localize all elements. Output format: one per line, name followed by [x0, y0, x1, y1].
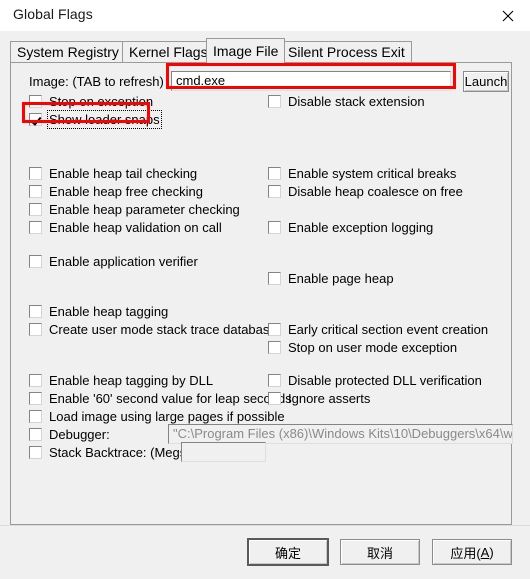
checkbox-box	[29, 305, 42, 318]
checkbox-box	[268, 374, 281, 387]
tab-strip: System Registry Kernel Flags Image File …	[10, 38, 520, 64]
checkbox-label: Enable heap tagging	[49, 304, 169, 319]
checkbox-enable-system-critical-breaks[interactable]: Enable system critical breaks	[268, 165, 456, 182]
checkbox-label: Ignore asserts	[288, 391, 371, 406]
launch-button[interactable]: Launch	[463, 71, 509, 92]
checkbox-box	[29, 167, 42, 180]
checkbox-box	[29, 428, 42, 441]
cancel-button[interactable]: 取消	[340, 539, 420, 565]
checkbox-label: Enable heap validation on call	[49, 220, 222, 235]
apply-accelerator-key: A	[480, 544, 490, 560]
tab-label: Kernel Flags	[129, 44, 208, 60]
checkbox-label: Stop on exception	[49, 94, 154, 109]
checkbox-box	[29, 392, 42, 405]
checkbox-label: Load image using large pages if possible	[49, 409, 285, 424]
checkbox-label: Enable exception logging	[288, 220, 434, 235]
button-bar-separator	[0, 525, 530, 526]
checkbox-box	[29, 410, 42, 423]
checkbox-label: Stack Backtrace: (Megs)	[49, 445, 191, 460]
image-field-label: Image: (TAB to refresh)	[29, 74, 164, 89]
checkbox-ignore-asserts[interactable]: Ignore asserts	[268, 390, 370, 407]
checkbox-enable-page-heap[interactable]: Enable page heap	[268, 270, 394, 287]
checkbox-enable-heap-validation-on-call[interactable]: Enable heap validation on call	[29, 219, 222, 236]
checkbox-enable-heap-tagging[interactable]: Enable heap tagging	[29, 303, 168, 320]
stack-backtrace-input[interactable]	[181, 442, 266, 462]
checkbox-box	[268, 167, 281, 180]
checkbox-label: Stop on user mode exception	[288, 340, 458, 355]
apply-label-post: )	[489, 544, 494, 560]
checkbox-box	[268, 95, 281, 108]
checkbox-stack-backtrace[interactable]: Stack Backtrace: (Megs)	[29, 444, 191, 461]
checkbox-stop-on-exception[interactable]: Stop on exception	[29, 93, 153, 110]
title-bar: Global Flags	[0, 0, 530, 31]
checkbox-label: Disable protected DLL verification	[288, 373, 482, 388]
dialog-button-bar: 确定 取消 应用(A)	[0, 525, 530, 579]
checkbox-box	[29, 323, 42, 336]
dialog-body: System Registry Kernel Flags Image File …	[0, 31, 530, 579]
checkbox-box	[268, 392, 281, 405]
checkbox-box	[29, 203, 42, 216]
checkbox-label: Enable heap parameter checking	[49, 202, 240, 217]
checkbox-box	[29, 255, 42, 268]
checkbox-early-critical-section-event-creation[interactable]: Early critical section event creation	[268, 321, 488, 338]
image-file-tab-panel: Image: (TAB to refresh) cmd.exe Launch S…	[10, 62, 513, 525]
checkbox-show-loader-snaps[interactable]: Show loader snaps	[29, 110, 162, 129]
checkbox-enable-application-verifier[interactable]: Enable application verifier	[29, 253, 198, 270]
checkbox-enable-exception-logging[interactable]: Enable exception logging	[268, 219, 433, 236]
apply-button[interactable]: 应用(A)	[432, 539, 512, 565]
tab-label: Image File	[213, 43, 279, 59]
checkbox-label: Enable heap tagging by DLL	[49, 373, 214, 388]
close-icon	[502, 10, 514, 22]
checkbox-load-image-using-large-pages[interactable]: Load image using large pages if possible	[29, 408, 285, 425]
checkbox-box	[29, 95, 42, 108]
checkbox-disable-protected-dll-verification[interactable]: Disable protected DLL verification	[268, 372, 482, 389]
checkbox-label: Enable system critical breaks	[288, 166, 457, 181]
window-title: Global Flags	[13, 6, 93, 22]
checkbox-label: Enable heap free checking	[49, 184, 203, 199]
checkbox-label: Disable stack extension	[288, 94, 425, 109]
checkbox-label: Enable application verifier	[49, 254, 198, 269]
checkbox-stop-on-user-mode-exception[interactable]: Stop on user mode exception	[268, 339, 457, 356]
tab-image-file[interactable]: Image File	[206, 38, 286, 64]
checkbox-box	[268, 323, 281, 336]
checkbox-box	[268, 185, 281, 198]
checkbox-label: Enable '60' second value for leap second…	[49, 391, 292, 406]
checkbox-label: Enable page heap	[288, 271, 394, 286]
image-name-input[interactable]: cmd.exe	[171, 71, 451, 91]
checkbox-enable-heap-free-checking[interactable]: Enable heap free checking	[29, 183, 203, 200]
checkbox-box	[268, 221, 281, 234]
ok-button[interactable]: 确定	[248, 539, 328, 565]
checkbox-box	[268, 341, 281, 354]
checkbox-disable-stack-extension[interactable]: Disable stack extension	[268, 93, 425, 110]
checkbox-box	[268, 272, 281, 285]
checkbox-enable-heap-parameter-checking[interactable]: Enable heap parameter checking	[29, 201, 240, 218]
checkbox-label: Create user mode stack trace database	[49, 322, 277, 337]
checkbox-label: Early critical section event creation	[288, 322, 489, 337]
checkbox-enable-heap-tail-checking[interactable]: Enable heap tail checking	[29, 165, 197, 182]
checkbox-box	[29, 113, 42, 126]
checkbox-box	[29, 221, 42, 234]
checkbox-box	[29, 374, 42, 387]
tab-silent-process-exit[interactable]: Silent Process Exit	[281, 41, 412, 63]
checkbox-debugger[interactable]: Debugger:	[29, 426, 110, 443]
tab-system-registry[interactable]: System Registry	[10, 41, 126, 63]
tab-label: Silent Process Exit	[288, 44, 405, 60]
tab-kernel-flags[interactable]: Kernel Flags	[122, 41, 215, 63]
checkbox-label: Show loader snaps	[47, 110, 162, 129]
checkbox-disable-heap-coalesce-on-free[interactable]: Disable heap coalesce on free	[268, 183, 463, 200]
debugger-path-input[interactable]: "C:\Program Files (x86)\Windows Kits\10\…	[168, 424, 513, 444]
checkbox-label: Debugger:	[49, 427, 110, 442]
checkbox-label: Disable heap coalesce on free	[288, 184, 463, 199]
tab-label: System Registry	[17, 44, 119, 60]
checkbox-enable-60-second-value-for-leap-seconds[interactable]: Enable '60' second value for leap second…	[29, 390, 292, 407]
apply-label-pre: 应用(	[450, 545, 481, 561]
checkbox-create-user-mode-stack-trace-database[interactable]: Create user mode stack trace database	[29, 321, 277, 338]
close-button[interactable]	[485, 0, 530, 31]
checkbox-label: Enable heap tail checking	[49, 166, 198, 181]
checkbox-box	[29, 446, 42, 459]
checkbox-box	[29, 185, 42, 198]
checkbox-enable-heap-tagging-by-dll[interactable]: Enable heap tagging by DLL	[29, 372, 213, 389]
